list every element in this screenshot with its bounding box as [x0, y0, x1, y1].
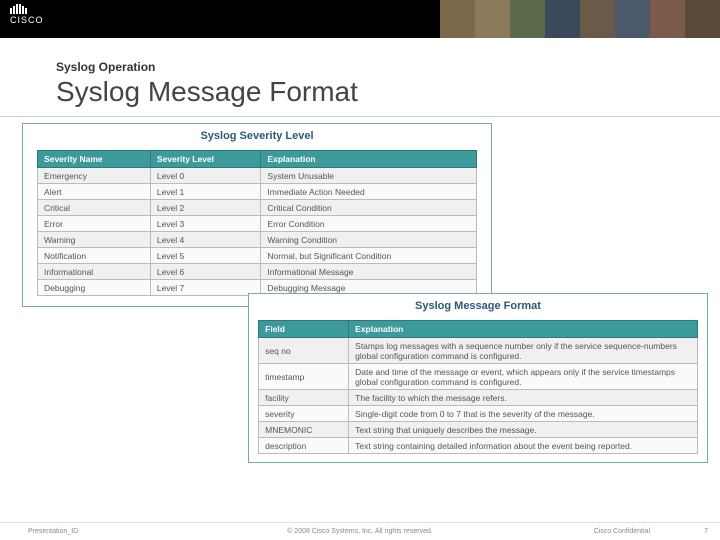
severity-panel: Syslog Severity Level Severity Name Seve… — [22, 123, 492, 307]
table-row: WarningLevel 4Warning Condition — [38, 232, 477, 248]
table-row: severitySingle-digit code from 0 to 7 th… — [259, 406, 698, 422]
table-row: InformationalLevel 6Informational Messag… — [38, 264, 477, 280]
content-area: Syslog Severity Level Severity Name Seve… — [0, 116, 720, 526]
table-row: descriptionText string containing detail… — [259, 438, 698, 454]
format-table: Field Explanation seq noStamps log messa… — [258, 320, 698, 454]
table-row: CriticalLevel 2Critical Condition — [38, 200, 477, 216]
col-header: Explanation — [261, 151, 477, 168]
top-bar: CISCO — [0, 0, 720, 38]
col-header: Severity Name — [38, 151, 151, 168]
brand-logo: CISCO — [10, 4, 44, 25]
table-row: facilityThe facility to which the messag… — [259, 390, 698, 406]
table-row: timestampDate and time of the message or… — [259, 364, 698, 390]
confidential: Cisco Confidential — [594, 528, 650, 535]
page-number: 7 — [704, 528, 708, 535]
photo-strip — [440, 0, 720, 38]
table-row: ErrorLevel 3Error Condition — [38, 216, 477, 232]
format-title: Syslog Message Format — [249, 294, 707, 320]
footer: Presentation_ID © 2008 Cisco Systems, In… — [0, 522, 720, 540]
slide-overtitle: Syslog Operation — [56, 60, 720, 74]
table-header-row: Severity Name Severity Level Explanation — [38, 151, 477, 168]
severity-table: Severity Name Severity Level Explanation… — [37, 150, 477, 296]
table-row: EmergencyLevel 0System Unusable — [38, 168, 477, 184]
format-panel: Syslog Message Format Field Explanation … — [248, 293, 708, 463]
copyright: © 2008 Cisco Systems, Inc. All rights re… — [287, 528, 433, 535]
table-row: MNEMONICText string that uniquely descri… — [259, 422, 698, 438]
slide-title: Syslog Message Format — [56, 76, 720, 108]
col-header: Field — [259, 321, 349, 338]
presentation-id: Presentation_ID — [28, 528, 78, 535]
severity-title: Syslog Severity Level — [23, 124, 491, 150]
table-row: NotificationLevel 5Normal, but Significa… — [38, 248, 477, 264]
table-row: AlertLevel 1Immediate Action Needed — [38, 184, 477, 200]
col-header: Explanation — [349, 321, 698, 338]
table-header-row: Field Explanation — [259, 321, 698, 338]
brand-text: CISCO — [10, 15, 44, 25]
table-row: seq noStamps log messages with a sequenc… — [259, 338, 698, 364]
col-header: Severity Level — [150, 151, 261, 168]
